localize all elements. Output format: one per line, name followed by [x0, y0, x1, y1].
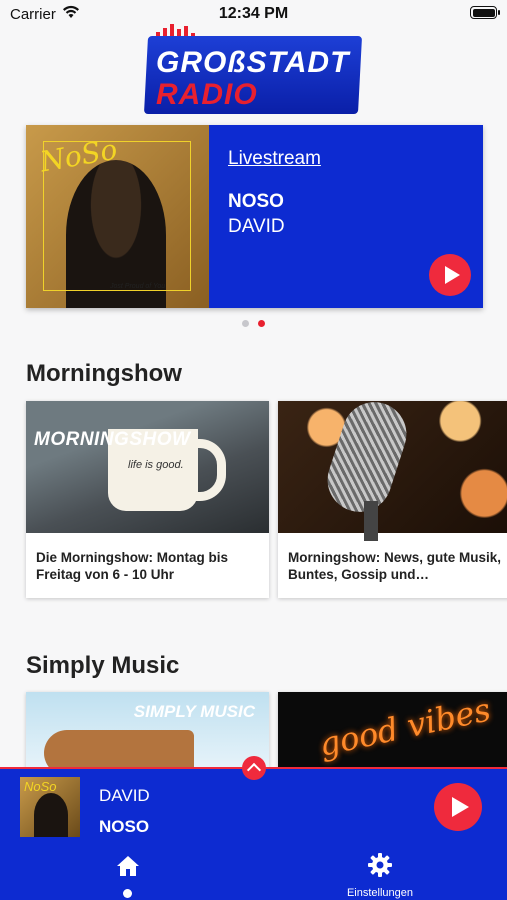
- card-description: Die Morningshow: Montag bis Freitag von …: [36, 550, 228, 582]
- active-tab-indicator: [123, 889, 132, 898]
- mini-player-album-art: NoSo: [20, 777, 80, 837]
- neon-sign-text: good vibes: [315, 692, 494, 764]
- microphone-stand: [364, 501, 378, 541]
- livestream-link[interactable]: Livestream: [228, 148, 321, 170]
- tab-settings-label: Einstellungen: [346, 887, 414, 899]
- card-image: SIMPLY MUSIC: [26, 692, 269, 772]
- pagination-dot-active[interactable]: [258, 320, 265, 327]
- logo-text-line2: RADIO: [156, 78, 258, 111]
- card-image: good vibes: [278, 692, 507, 772]
- battery-icon: [470, 6, 500, 19]
- pagination-dot[interactable]: [242, 320, 249, 327]
- album-art-signature: Jost Proud of You: [110, 283, 166, 290]
- album-art-portrait: [34, 793, 68, 837]
- hero-artist: DAVID: [228, 216, 285, 237]
- album-art: NoSo Jost Proud of You: [26, 125, 209, 308]
- guitar-illustration: [44, 730, 194, 772]
- card-image: life is good. MORNINGSHOW: [26, 401, 269, 533]
- gear-icon: [368, 853, 392, 877]
- status-time: 12:34 PM: [218, 5, 289, 22]
- card-image: [278, 401, 507, 541]
- logo-text-line1: GROßSTADT: [156, 46, 350, 79]
- carousel-pagination[interactable]: [0, 320, 507, 327]
- tab-settings[interactable]: Einstellungen: [330, 843, 430, 900]
- mini-player-artist: DAVID: [99, 786, 150, 805]
- station-logo: GROßSTADT RADIO: [143, 24, 363, 114]
- morningshow-card-1[interactable]: life is good. MORNINGSHOW Die Morningsho…: [26, 401, 269, 598]
- morningshow-card-2[interactable]: Morningshow: News, gute Musik, Buntes, G…: [278, 401, 507, 598]
- mini-player-play-button[interactable]: [434, 783, 482, 831]
- card-description: Morningshow: News, gute Musik, Buntes, G…: [288, 550, 502, 582]
- album-art-title: NoSo: [24, 779, 57, 794]
- card-overlay-title: SIMPLY MUSIC: [133, 702, 255, 721]
- section-title-morningshow: Morningshow: [26, 360, 182, 387]
- simply-music-card-2[interactable]: good vibes: [278, 692, 507, 772]
- card-overlay-title: MORNINGSHOW: [34, 429, 191, 450]
- section-title-simply-music: Simply Music: [26, 652, 180, 679]
- hero-play-button[interactable]: [429, 254, 471, 296]
- mini-player-song: NOSO: [99, 817, 150, 836]
- tab-home[interactable]: [98, 843, 158, 900]
- simply-music-card-1[interactable]: SIMPLY MUSIC: [26, 692, 269, 772]
- home-icon: [117, 856, 139, 876]
- tab-bar: Einstellungen: [0, 843, 507, 900]
- livestream-card[interactable]: NoSo Jost Proud of You Livestream NOSO D…: [26, 125, 483, 308]
- mug-text: life is good.: [128, 459, 184, 471]
- chevron-up-icon[interactable]: [242, 756, 266, 780]
- hero-song-title: NOSO: [228, 191, 284, 212]
